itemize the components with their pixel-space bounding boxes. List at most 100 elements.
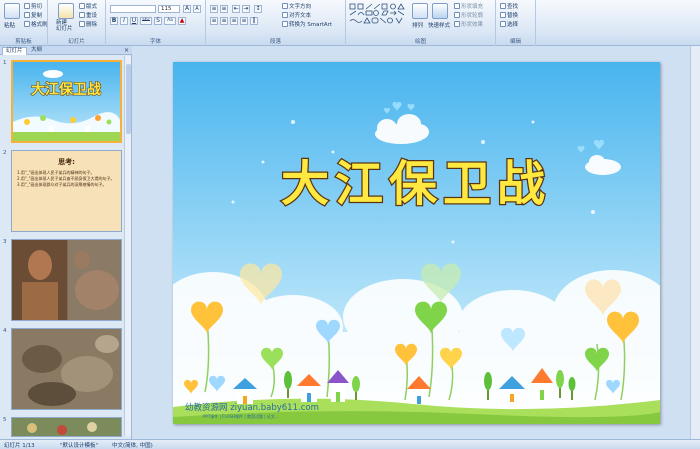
tab-outline[interactable]: 大纲 (28, 47, 45, 55)
slide-thumb-2[interactable]: 思考: 1.用"_"画出体现人民子弟兵的精神的句子。 2.用"_"画出体现人民子… (11, 150, 122, 232)
shadow-button[interactable]: S (154, 17, 162, 25)
align-right-icon: ≡ (231, 17, 237, 24)
slides-label: 幻灯片 (68, 39, 85, 45)
paste-button[interactable]: 粘贴 (4, 21, 15, 29)
close-icon[interactable]: × (124, 47, 129, 54)
shape-fill-button[interactable]: 形状填充 (454, 2, 483, 10)
reset-button[interactable]: 重设 (79, 11, 97, 19)
slide-artwork: 大江保卫战 幼教资源网 ziyuan.baby611.com PPT课件 | F… (173, 101, 660, 424)
font-color-button[interactable]: ▲ (178, 17, 186, 25)
smartart-button[interactable]: 转换为 SmartArt (282, 20, 332, 28)
paste-icon[interactable] (4, 3, 20, 19)
drawing-label: 绘图 (414, 39, 426, 45)
shape-effects-button[interactable]: 形状效果 (454, 20, 483, 28)
panel-tabs: 幻灯片 大纲 × (0, 46, 132, 55)
slide-thumb-1[interactable]: 大江保卫战 (11, 60, 122, 143)
align-left-button[interactable]: ≡ (210, 17, 218, 25)
delete-icon (79, 21, 85, 27)
font-size-combo[interactable]: 115 (158, 5, 180, 13)
scissors-icon (24, 3, 30, 9)
clear-format-button[interactable]: Aa (164, 17, 176, 25)
photo-image (12, 418, 121, 436)
new-slide-button[interactable]: 新建 幻灯片 (56, 20, 73, 32)
numbering-icon: ≡ (221, 5, 227, 12)
line-spacing-icon: ↕ (255, 5, 261, 12)
quick-styles-button[interactable]: 快速样式 (428, 21, 450, 29)
columns-button[interactable]: ‖ (250, 17, 258, 25)
canvas-scrollbar[interactable] (690, 46, 700, 439)
align-left-icon: ≡ (211, 17, 217, 24)
indent-left-icon: ⇤ (233, 5, 239, 12)
decrease-indent-button[interactable]: ⇤ (232, 5, 240, 13)
watermark-text: 幼教资源网 ziyuan.baby611.com (185, 402, 319, 413)
font-color-icon: ▲ (179, 17, 185, 24)
thumb-heading: 思考: (58, 158, 75, 166)
slide-title[interactable]: 大江保卫战 (280, 155, 551, 214)
drawing-group: 排列 快速样式 形状填充 形状轮廓 形状效果 绘图 (346, 0, 496, 46)
watermark-subtext: PPT课件 | FLASH课件 | 教案试题 | 论文... (203, 413, 279, 419)
align-text-button[interactable]: 对齐文本 (282, 11, 311, 19)
bullets-button[interactable]: ≡ (210, 5, 218, 13)
panel-scrollbar[interactable] (124, 56, 131, 436)
replace-button[interactable]: 替换 (500, 11, 518, 19)
clipboard-label: 剪贴板 (15, 39, 32, 45)
binoculars-icon (500, 3, 506, 9)
align-center-button[interactable]: ≡ (220, 17, 228, 25)
brush-icon (24, 21, 30, 27)
slide-thumb-4[interactable] (11, 328, 122, 410)
thumb-number: 1 (3, 60, 7, 66)
thumb-body: 1.用"_"画出体现人民子弟兵的精神的句子。 2.用"_"画出体现人民子弟兵奋不… (17, 170, 115, 187)
font-group: 115 A A B I U abc S Aa ▲ 字体 (106, 0, 206, 46)
align-right-button[interactable]: ≡ (230, 17, 238, 25)
text-direction-icon (282, 3, 288, 9)
align-text-icon (282, 12, 288, 18)
paragraph-group: ≡ ≡ ⇤ ⇥ ↕ ≡ ≡ ≡ ≡ ‖ 文字方向 对齐文本 转换为 SmartA… (206, 0, 346, 46)
new-slide-icon[interactable] (58, 3, 74, 19)
increase-indent-button[interactable]: ⇥ (242, 5, 250, 13)
reset-icon (79, 12, 85, 18)
copy-icon (24, 12, 30, 18)
underline-button[interactable]: U (130, 17, 138, 25)
italic-button[interactable]: I (120, 17, 128, 25)
numbering-button[interactable]: ≡ (220, 5, 228, 13)
font-name-combo[interactable] (110, 5, 156, 13)
clipboard-group: 粘贴 剪切 复制 格式刷 剪贴板 (0, 0, 48, 46)
select-button[interactable]: 选择 (500, 20, 518, 28)
smartart-icon (282, 21, 288, 27)
find-button[interactable]: 查找 (500, 2, 518, 10)
text-direction-button[interactable]: 文字方向 (282, 2, 311, 10)
slide-thumb-3[interactable] (11, 239, 122, 321)
slides-group: 新建 幻灯片 版式 重设 删除 幻灯片 (48, 0, 106, 46)
shrink-font-button[interactable]: A (193, 5, 201, 13)
arrange-button[interactable]: 排列 (412, 21, 423, 29)
grow-font-button[interactable]: A (183, 5, 191, 13)
tab-slides[interactable]: 幻灯片 (2, 47, 27, 55)
justify-button[interactable]: ≡ (240, 17, 248, 25)
editing-group: 查找 替换 选择 编辑 (496, 0, 536, 46)
thumb-number: 3 (3, 239, 7, 245)
slides-panel: 幻灯片 大纲 × 1 大江保卫战 2 思考: 1.用"_"画出体现人民子弟兵的精… (0, 46, 132, 439)
line-spacing-button[interactable]: ↕ (254, 5, 262, 13)
shape-outline-button[interactable]: 形状轮廓 (454, 11, 483, 19)
thumb-number: 4 (3, 328, 7, 334)
delete-slide-button[interactable]: 删除 (79, 20, 97, 28)
indent-right-icon: ⇥ (243, 5, 249, 12)
justify-icon: ≡ (241, 17, 247, 24)
status-bar: 幻灯片 1/13 "默认设计模板" 中文(简体, 中国) (0, 439, 700, 449)
shapes-gallery[interactable] (348, 2, 406, 30)
copy-button[interactable]: 复制 (24, 11, 42, 19)
format-painter-button[interactable]: 格式刷 (24, 20, 48, 28)
layout-button[interactable]: 版式 (79, 2, 97, 10)
arrange-icon[interactable] (412, 3, 428, 19)
cut-button[interactable]: 剪切 (24, 2, 42, 10)
photo-image (12, 329, 121, 409)
strikethrough-button[interactable]: abc (140, 17, 152, 25)
language-indicator[interactable]: 中文(简体, 中国) (112, 441, 153, 449)
slide-thumb-5[interactable] (11, 417, 122, 437)
scrollbar-thumb[interactable] (126, 64, 131, 134)
editing-label: 编辑 (509, 39, 521, 45)
replace-icon (500, 12, 506, 18)
quick-styles-icon[interactable] (432, 3, 448, 19)
slide-1[interactable]: 大江保卫战 幼教资源网 ziyuan.baby611.com PPT课件 | F… (173, 62, 660, 424)
bold-button[interactable]: B (110, 17, 118, 25)
